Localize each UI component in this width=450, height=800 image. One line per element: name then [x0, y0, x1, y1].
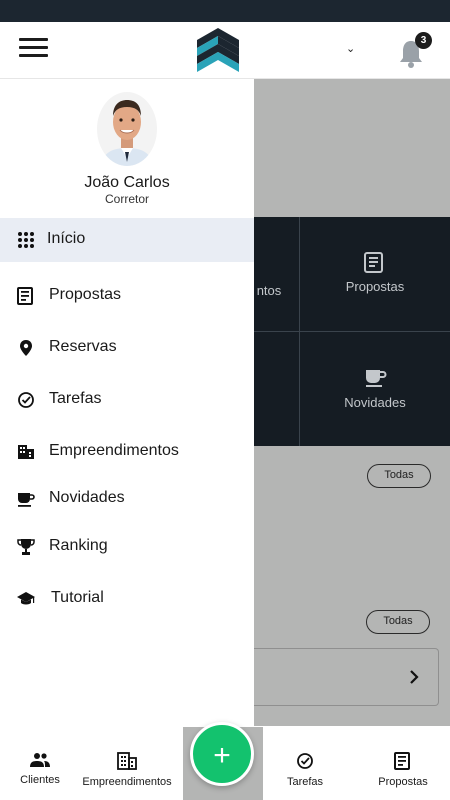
coffee-cup-icon: [366, 370, 387, 387]
user-name: João Carlos: [84, 174, 170, 191]
nav-clientes[interactable]: Clientes: [10, 752, 70, 786]
tile-label-novidades[interactable]: Novidades: [300, 395, 450, 410]
menu-item-inicio[interactable]: Início: [0, 218, 254, 262]
check-circle-icon: [297, 753, 313, 769]
menu-item-reservas[interactable]: Reservas: [0, 326, 254, 370]
nav-tarefas[interactable]: Tarefas: [280, 752, 330, 788]
status-bar: [0, 0, 450, 22]
grid-icon: [18, 232, 34, 248]
nav-label: Tarefas: [286, 776, 324, 788]
menu-icon[interactable]: [19, 38, 49, 60]
document-icon: [17, 287, 33, 305]
document-icon: [394, 752, 410, 770]
todas-button[interactable]: Todas: [366, 610, 430, 634]
document-icon: [364, 252, 383, 273]
menu-item-novidades[interactable]: Novidades: [0, 477, 254, 521]
user-role: Corretor: [104, 192, 149, 206]
menu-item-ranking[interactable]: Ranking: [0, 525, 254, 569]
notification-badge: 3: [415, 32, 432, 49]
avatar[interactable]: [97, 92, 157, 166]
menu-label: Ranking: [49, 537, 108, 554]
todas-button[interactable]: Todas: [367, 464, 431, 488]
logo: [197, 28, 239, 72]
add-button[interactable]: +: [190, 722, 254, 786]
building-icon: [18, 445, 34, 459]
nav-empreendimentos[interactable]: Empreendimentos: [80, 752, 174, 788]
check-circle-icon: [18, 392, 34, 408]
tile-divider: [254, 331, 450, 332]
menu-label: Tutorial: [51, 589, 104, 606]
nav-label: Clientes: [20, 774, 60, 786]
chevron-right-icon[interactable]: [408, 666, 422, 688]
menu-label: Empreendimentos: [49, 442, 179, 459]
menu-item-tutorial[interactable]: Tutorial: [0, 577, 254, 621]
tile-label-empreendimentos[interactable]: ntos: [254, 283, 284, 298]
nav-label: Propostas: [378, 776, 428, 788]
graduation-cap-icon: [17, 592, 35, 605]
location-pin-icon: [20, 340, 32, 356]
menu-label: Tarefas: [49, 390, 102, 407]
menu-item-empreendimentos[interactable]: Empreendimentos: [0, 430, 254, 474]
app-header: ⌄ 3: [0, 22, 450, 79]
nav-propostas[interactable]: Propostas: [374, 752, 432, 788]
menu-item-propostas[interactable]: Propostas: [0, 274, 254, 318]
tile-label-propostas[interactable]: Propostas: [300, 279, 450, 294]
chevron-down-icon[interactable]: ⌄: [346, 44, 358, 55]
nav-label: Empreendimentos: [82, 776, 172, 788]
trophy-icon: [17, 539, 35, 555]
menu-item-tarefas[interactable]: Tarefas: [0, 378, 254, 422]
menu-label: Propostas: [49, 286, 122, 303]
coffee-cup-icon: [18, 493, 35, 507]
people-icon: [30, 753, 50, 767]
dashboard-banner: [254, 79, 450, 217]
menu-label: Início: [47, 230, 86, 247]
menu-label: Reservas: [49, 338, 117, 355]
building-icon: [117, 752, 137, 770]
navigation-drawer: João Carlos Corretor Início Propostas Re…: [0, 79, 254, 727]
menu-label: Novidades: [49, 489, 125, 506]
